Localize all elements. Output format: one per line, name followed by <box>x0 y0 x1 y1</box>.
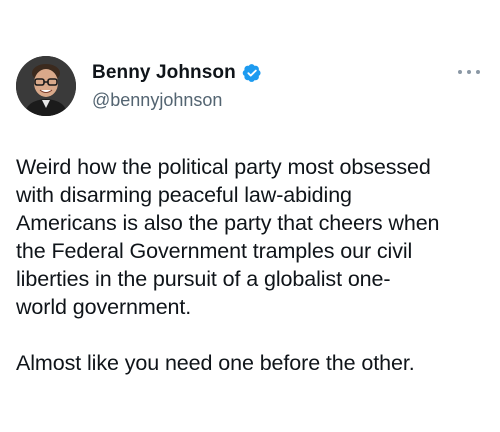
dot <box>458 70 462 74</box>
profile-photo-icon <box>16 56 76 116</box>
tweet-text: Weird how the political party most obses… <box>16 153 492 377</box>
tweet-card: Benny Johnson @bennyjohnson Weird how th… <box>0 0 500 432</box>
tweet-paragraph: Weird how the political party most obses… <box>16 155 440 319</box>
dot <box>467 70 471 74</box>
author-handle[interactable]: @bennyjohnson <box>92 90 222 111</box>
display-name[interactable]: Benny Johnson <box>92 62 236 84</box>
dot <box>476 70 480 74</box>
verified-badge-icon <box>242 64 261 82</box>
author-name-row[interactable]: Benny Johnson <box>92 62 262 84</box>
tweet-paragraph: Almost like you need one before the othe… <box>16 351 415 375</box>
avatar[interactable] <box>16 56 76 116</box>
more-options-icon[interactable] <box>458 68 480 76</box>
